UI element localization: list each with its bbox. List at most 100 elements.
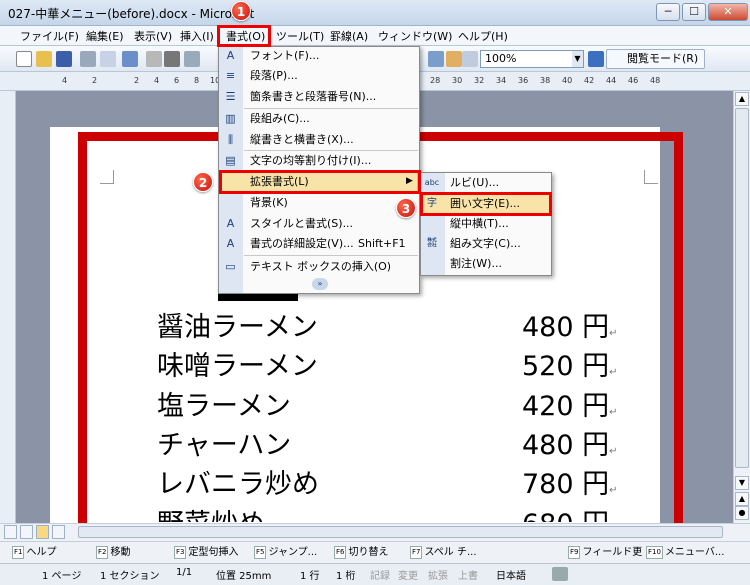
expand-menu-icon[interactable]: » bbox=[312, 278, 328, 290]
new-document-icon[interactable] bbox=[16, 51, 32, 67]
menu-help[interactable]: ヘルプ(H) bbox=[458, 29, 508, 45]
chevron-down-icon[interactable]: ▼ bbox=[572, 51, 583, 67]
columns-icon: ▥ bbox=[225, 112, 236, 125]
previous-page-icon[interactable]: ▲ bbox=[735, 492, 749, 506]
save-icon[interactable] bbox=[56, 51, 72, 67]
menu-view[interactable]: 表示(V) bbox=[134, 29, 172, 45]
cut-icon[interactable] bbox=[164, 51, 180, 67]
spelling-icon[interactable] bbox=[122, 51, 138, 67]
paragraph-mark: ↵ bbox=[609, 407, 618, 418]
show-hide-icon[interactable] bbox=[462, 51, 478, 67]
fkey-switch[interactable]: F6 切り替え bbox=[334, 545, 388, 560]
print-preview-icon[interactable] bbox=[100, 51, 116, 67]
ruler-number: 2 bbox=[134, 76, 140, 85]
open-folder-icon[interactable] bbox=[36, 51, 52, 67]
menu-separator bbox=[244, 255, 418, 256]
research-icon[interactable] bbox=[146, 51, 162, 67]
crop-mark bbox=[100, 170, 114, 184]
status-trk[interactable]: 変更 bbox=[398, 567, 418, 582]
ruler-number: 38 bbox=[540, 76, 551, 85]
fkey-spelling[interactable]: F7 スペル チ... bbox=[410, 545, 477, 560]
ruler-number: 30 bbox=[452, 76, 463, 85]
ruler-number: 46 bbox=[628, 76, 639, 85]
copy-icon[interactable] bbox=[184, 51, 200, 67]
status-language: 日本語 bbox=[496, 571, 526, 582]
status-ext[interactable]: 拡張 bbox=[428, 567, 448, 582]
text-box-icon: ▭ bbox=[225, 260, 236, 273]
browse-object-icon[interactable]: ● bbox=[735, 506, 749, 520]
callout-badge: 3 bbox=[396, 198, 416, 218]
menu-distribute-text[interactable]: 文字の均等割り付け(I)... bbox=[244, 151, 418, 171]
outline-view-icon[interactable] bbox=[52, 525, 65, 539]
spelling-status-icon[interactable] bbox=[552, 567, 568, 581]
fkey-autotext[interactable]: F3 定型句挿入 bbox=[174, 545, 238, 560]
fkey-move[interactable]: F2 移動 bbox=[96, 545, 130, 560]
paragraph-mark: ↵ bbox=[609, 367, 618, 378]
menu-double-lines[interactable]: 割注(W)... bbox=[446, 254, 550, 274]
bullets-icon: ☰ bbox=[225, 90, 236, 103]
print-layout-icon[interactable] bbox=[36, 525, 49, 539]
menu-background[interactable]: 背景(K) bbox=[244, 193, 418, 213]
menu-horizontal-in-vertical[interactable]: 縦中横(T)... bbox=[446, 214, 550, 234]
ruler-number: 6 bbox=[174, 76, 180, 85]
zoom-select[interactable]: 100% bbox=[480, 50, 584, 68]
horizontal-scroll-thumb[interactable] bbox=[78, 526, 723, 538]
drawing-icon[interactable] bbox=[428, 51, 444, 67]
menu-paragraph[interactable]: 段落(P)... bbox=[244, 66, 418, 86]
menu-item-name: 醤油ラーメン bbox=[157, 312, 318, 343]
ruler-number: 28 bbox=[430, 76, 441, 85]
menu-insert[interactable]: 挿入(I) bbox=[180, 29, 214, 45]
ruler-number: 4 bbox=[62, 76, 68, 85]
fkey-menubar[interactable]: F10 メニューバ... bbox=[646, 545, 724, 560]
status-position: 位置 25mm bbox=[216, 571, 272, 582]
ruler-number: 40 bbox=[562, 76, 573, 85]
menu-styles-formatting[interactable]: スタイルと書式(S)... bbox=[244, 214, 418, 234]
ruler-number: 48 bbox=[650, 76, 661, 85]
document-map-icon[interactable] bbox=[446, 51, 462, 67]
shortcut-label: Shift+F1 bbox=[358, 237, 406, 250]
menu-tools[interactable]: ツール(T) bbox=[276, 29, 324, 45]
menu-columns[interactable]: 段組み(C)... bbox=[244, 109, 418, 129]
ruler-number: 8 bbox=[194, 76, 200, 85]
menu-insert-text-box[interactable]: テキスト ボックスの挿入(O) bbox=[244, 257, 418, 277]
vertical-ruler[interactable] bbox=[0, 91, 16, 523]
status-page: 1 ページ bbox=[42, 571, 82, 582]
minimize-button[interactable]: ─ bbox=[656, 3, 680, 21]
menu-file[interactable]: ファイル(F) bbox=[20, 29, 79, 45]
reading-mode-button[interactable]: 閲覧モード(R) bbox=[606, 49, 706, 69]
print-icon[interactable] bbox=[80, 51, 96, 67]
fkey-help[interactable]: F1 ヘルプ bbox=[12, 545, 56, 560]
menu-window[interactable]: ウィンドウ(W) bbox=[378, 29, 452, 45]
web-view-icon[interactable] bbox=[20, 525, 33, 539]
ruler-number: 32 bbox=[474, 76, 485, 85]
normal-view-icon[interactable] bbox=[4, 525, 17, 539]
font-icon: A bbox=[226, 49, 235, 62]
black-bar bbox=[218, 293, 298, 301]
menu-combine-characters[interactable]: 組み文字(C)... bbox=[446, 234, 550, 254]
ruler-number: 44 bbox=[606, 76, 617, 85]
status-rec[interactable]: 記録 bbox=[370, 567, 390, 582]
help-icon[interactable] bbox=[588, 51, 604, 67]
scrollbar-thumb[interactable] bbox=[735, 108, 749, 468]
menu-table[interactable]: 罫線(A) bbox=[330, 29, 368, 45]
menu-text-direction[interactable]: 縦書きと横書き(X)... bbox=[244, 130, 418, 150]
menu-item-name: 塩ラーメン bbox=[157, 391, 291, 422]
ruby-icon: abc bbox=[424, 178, 440, 187]
scroll-down-icon[interactable]: ▼ bbox=[735, 476, 749, 490]
ruler-number: 2 bbox=[92, 76, 98, 85]
paragraph-icon: ≡ bbox=[225, 69, 236, 82]
fkey-jump[interactable]: F5 ジャンプ... bbox=[254, 545, 317, 560]
reveal-formatting-icon: A bbox=[226, 237, 235, 250]
menu-font[interactable]: フォント(F)... bbox=[244, 46, 418, 66]
fkey-update-field[interactable]: F9 フィールド更 bbox=[568, 545, 642, 560]
menu-edit[interactable]: 編集(E) bbox=[86, 29, 124, 45]
scroll-up-icon[interactable]: ▲ bbox=[735, 92, 749, 106]
callout-box-format-menu bbox=[217, 25, 271, 47]
menu-item-price: 780 円↵ bbox=[522, 469, 618, 500]
menu-bullets-numbering[interactable]: 箇条書きと段落番号(N)... bbox=[244, 87, 418, 107]
maximize-button[interactable]: ☐ bbox=[682, 3, 706, 21]
paragraph-mark: ↵ bbox=[609, 328, 618, 339]
menu-ruby[interactable]: ルビ(U)... bbox=[446, 173, 550, 193]
status-ovr[interactable]: 上書 bbox=[458, 567, 478, 582]
close-button[interactable]: ✕ bbox=[708, 3, 748, 21]
